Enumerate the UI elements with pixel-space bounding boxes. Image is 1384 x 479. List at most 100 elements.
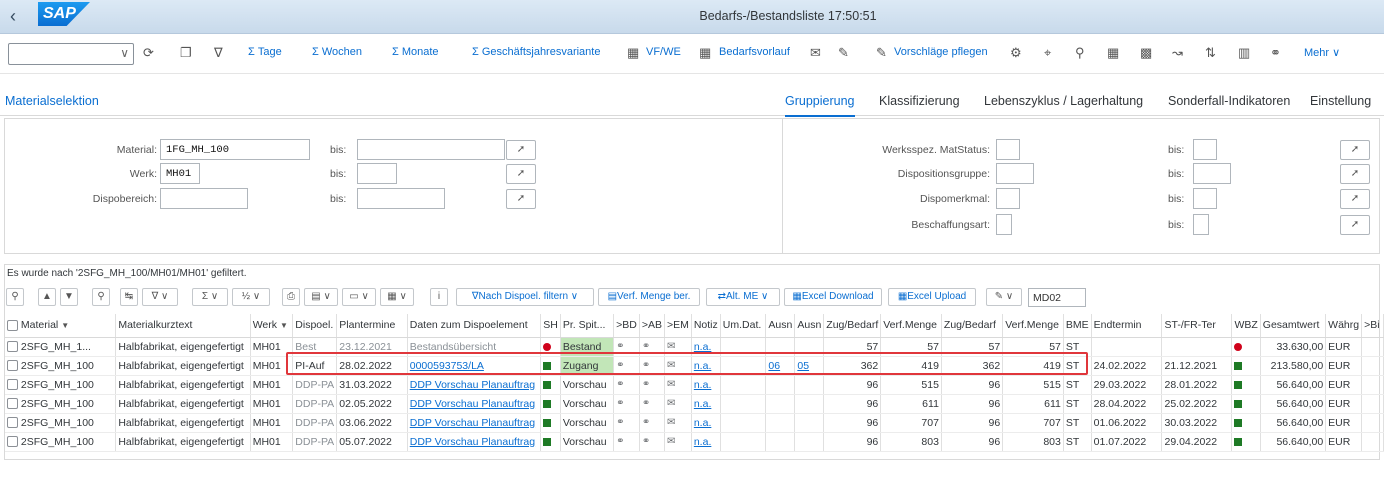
- cell-daten-link[interactable]: DDP Vorschau Planauftrag: [407, 432, 542, 452]
- dispositionsgruppe-input[interactable]: [996, 163, 1034, 184]
- cell-ausn2[interactable]: [794, 394, 825, 414]
- werk-input[interactable]: [160, 163, 200, 184]
- cell-ausn1[interactable]: [765, 375, 796, 395]
- details-icon[interactable]: ⚲: [6, 288, 24, 306]
- multiple-selection-button[interactable]: ➚: [1340, 140, 1370, 160]
- cell-daten-link[interactable]: Bestandsübersicht: [407, 337, 542, 357]
- col-ab[interactable]: >AB: [639, 314, 665, 338]
- cell-notiz[interactable]: n.a.: [691, 432, 721, 452]
- export-dropdown-button[interactable]: ▭ ∨: [342, 288, 376, 306]
- cell-daten-link[interactable]: DDP Vorschau Planauftrag: [407, 375, 542, 395]
- werksspez-input[interactable]: [996, 139, 1020, 160]
- cell-daten-link[interactable]: 0000593753/LA: [407, 356, 542, 376]
- sort-icon[interactable]: ⇅: [1205, 45, 1216, 61]
- transaction-input[interactable]: [1028, 288, 1086, 307]
- col-bme[interactable]: BME: [1063, 314, 1092, 338]
- cell-ausn2[interactable]: [794, 413, 825, 433]
- tools-dropdown-button[interactable]: ✎ ∨: [986, 288, 1022, 306]
- grid-icon[interactable]: ▥: [1238, 45, 1250, 61]
- select-all-checkbox[interactable]: [7, 319, 18, 331]
- alt-me-button[interactable]: ⇄Alt. ME ∨: [706, 288, 780, 306]
- cell-bd[interactable]: ⚭: [613, 413, 640, 433]
- sort-asc-icon[interactable]: ▲: [38, 288, 56, 306]
- beschaffungsart-bis-input[interactable]: [1193, 214, 1209, 235]
- print-icon[interactable]: ⎙: [282, 288, 300, 306]
- cell-ausn2[interactable]: [794, 432, 825, 452]
- subtotal-dropdown-button[interactable]: ½ ∨: [232, 288, 270, 306]
- col-dispoel[interactable]: Dispoel.: [292, 314, 338, 338]
- excel-upload-button[interactable]: ▦Excel Upload: [888, 288, 976, 306]
- cell-em[interactable]: ✉: [664, 375, 692, 395]
- row-checkbox[interactable]: [7, 436, 18, 448]
- cell-ausn2[interactable]: [794, 337, 825, 357]
- col-bi[interactable]: >Bi: [1361, 314, 1384, 338]
- col-zug-bedarf-2[interactable]: Zug/Bedarf: [941, 314, 1004, 338]
- variant-select[interactable]: ∨: [8, 43, 134, 65]
- cell-daten-link[interactable]: DDP Vorschau Planauftrag: [407, 394, 542, 414]
- cell-ab[interactable]: ⚭: [639, 337, 665, 357]
- material-input[interactable]: [160, 139, 310, 160]
- werk-bis-input[interactable]: [357, 163, 397, 184]
- cell-ausn1[interactable]: [765, 394, 796, 414]
- cell-bd[interactable]: ⚭: [613, 432, 640, 452]
- cell-notiz[interactable]: n.a.: [691, 413, 721, 433]
- col-ausn1[interactable]: Ausn: [765, 314, 796, 338]
- col-waehrg[interactable]: Währg: [1325, 314, 1363, 338]
- wochen-button[interactable]: Σ Wochen: [312, 46, 362, 58]
- col-ausn2[interactable]: Ausn: [794, 314, 825, 338]
- col-umdat[interactable]: Um.Dat.: [720, 314, 767, 338]
- info-icon[interactable]: i: [430, 288, 448, 306]
- filter-dropdown-button[interactable]: ∇ ∨: [142, 288, 178, 306]
- multiple-selection-button[interactable]: ➚: [506, 164, 536, 184]
- sort-desc-icon[interactable]: ▼: [60, 288, 78, 306]
- gj-variante-button[interactable]: Σ Geschäftsjahresvariante: [472, 46, 600, 58]
- cell-bd[interactable]: ⚭: [613, 375, 640, 395]
- table-row[interactable]: 2SFG_MH_100 Halbfabrikat, eigengefertigt M…: [5, 375, 1384, 395]
- multiple-selection-button[interactable]: ➚: [506, 140, 536, 160]
- col-material[interactable]: Material ▼: [5, 314, 117, 338]
- tab-einstellung[interactable]: Einstellung: [1310, 94, 1371, 108]
- multiple-selection-button[interactable]: ➚: [1340, 215, 1370, 235]
- col-wbz[interactable]: WBZ: [1231, 314, 1261, 338]
- monate-button[interactable]: Σ Monate: [392, 46, 439, 58]
- vorschlaege-button[interactable]: Vorschläge pflegen: [894, 46, 988, 58]
- table-row[interactable]: 2SFG_MH_100 Halbfabrikat, eigengefertigt M…: [5, 432, 1384, 452]
- excel-download-button[interactable]: ▦Excel Download: [784, 288, 882, 306]
- edit-icon[interactable]: ✎: [838, 45, 849, 61]
- col-endtermin[interactable]: Endtermin: [1091, 314, 1163, 338]
- tage-button[interactable]: Σ Tage: [248, 46, 282, 58]
- dispobereich-bis-input[interactable]: [357, 188, 445, 209]
- col-materialkurztext[interactable]: Materialkurztext: [115, 314, 251, 338]
- row-checkbox[interactable]: [7, 417, 18, 429]
- cell-ausn1[interactable]: [765, 413, 796, 433]
- mehr-button[interactable]: Mehr ∨: [1304, 46, 1340, 59]
- cell-ab[interactable]: ⚭: [639, 356, 665, 376]
- layout-dropdown-button[interactable]: ▦ ∨: [380, 288, 414, 306]
- col-verf-menge[interactable]: Verf.Menge: [880, 314, 942, 338]
- col-sh[interactable]: SH: [540, 314, 561, 338]
- cell-bd[interactable]: ⚭: [613, 394, 640, 414]
- cell-ab[interactable]: ⚭: [639, 394, 665, 414]
- col-notiz[interactable]: Notiz: [691, 314, 721, 338]
- table-icon[interactable]: ▦: [1107, 45, 1119, 61]
- cell-ausn1[interactable]: [765, 432, 796, 452]
- cell-em[interactable]: ✉: [664, 356, 692, 376]
- search-icon[interactable]: ⚲: [92, 288, 110, 306]
- nach-dispoel-filtern-button[interactable]: ∇Nach Dispoel. filtern ∨: [456, 288, 594, 306]
- filter-icon[interactable]: ∇: [214, 45, 223, 61]
- graph-icon[interactable]: ↝: [1172, 45, 1183, 61]
- dispositionsgruppe-bis-input[interactable]: [1193, 163, 1231, 184]
- cell-ausn2[interactable]: 05: [794, 356, 825, 376]
- tab-gruppierung[interactable]: Gruppierung: [785, 94, 855, 117]
- col-em[interactable]: >EM: [664, 314, 692, 338]
- dispobereich-input[interactable]: [160, 188, 248, 209]
- vfwe-button[interactable]: VF/WE: [646, 46, 681, 58]
- cell-em[interactable]: ✉: [664, 337, 692, 357]
- col-plantermine[interactable]: Plantermine: [336, 314, 408, 338]
- col-verf-menge-2[interactable]: Verf.Menge: [1002, 314, 1064, 338]
- cell-notiz[interactable]: n.a.: [691, 337, 721, 357]
- tab-sonderfall[interactable]: Sonderfall-Indikatoren: [1168, 94, 1290, 108]
- row-checkbox[interactable]: [7, 379, 18, 391]
- find-next-icon[interactable]: ↹: [120, 288, 138, 306]
- col-bd[interactable]: >BD: [613, 314, 640, 338]
